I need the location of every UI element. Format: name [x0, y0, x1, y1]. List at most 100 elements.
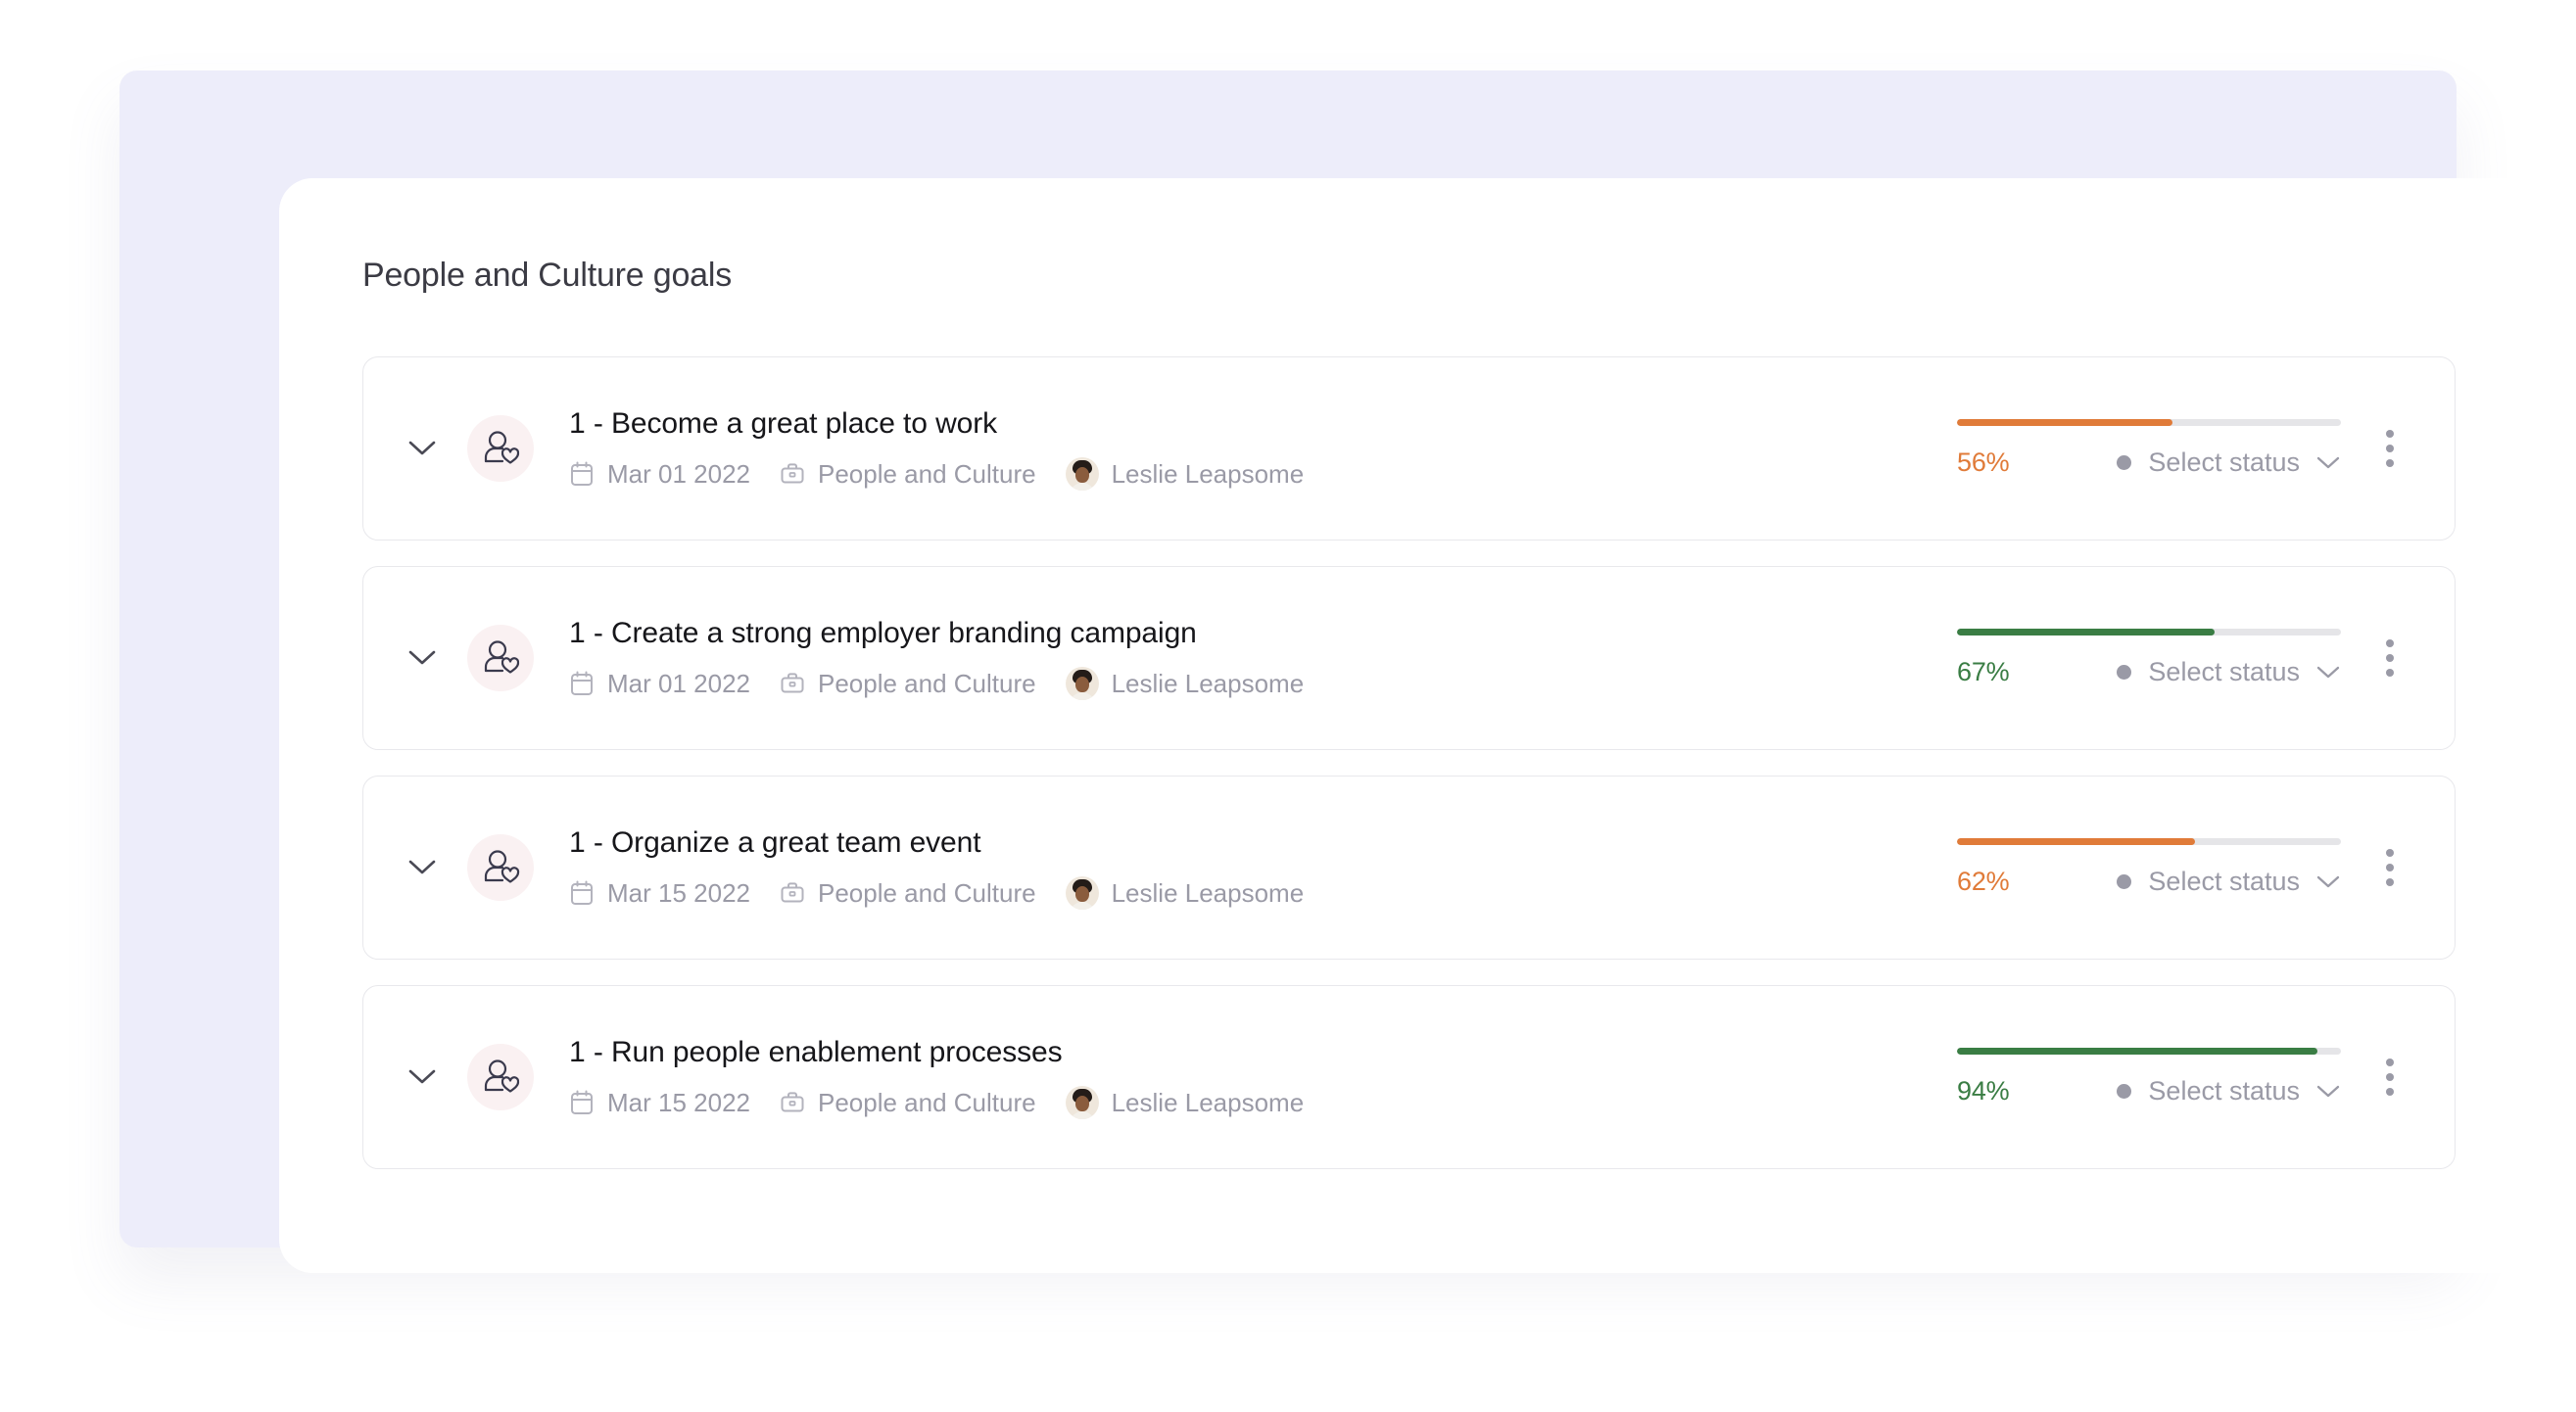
expand-goal-button[interactable]	[377, 859, 467, 876]
kebab-menu-icon	[2386, 878, 2394, 886]
expand-goal-button[interactable]	[377, 1068, 467, 1086]
goal-group: People and Culture	[780, 880, 1036, 906]
user-photo-avatar	[1065, 666, 1099, 700]
goals-card: People and Culture goals 1 - Become a gr…	[279, 178, 2537, 1273]
status-dot-icon	[2117, 1084, 2132, 1099]
status-label: Select status	[2148, 867, 2300, 896]
goal-group-text: People and Culture	[817, 458, 1036, 489]
progress-fill	[1957, 629, 2215, 635]
goal-row[interactable]: 1 - Become a great place to work Mar 01 …	[362, 356, 2456, 541]
chevron-down-icon	[408, 441, 436, 455]
kebab-menu-icon	[2386, 1059, 2394, 1066]
goal-due-date: Mar 15 2022	[569, 879, 750, 907]
progress-fill	[1957, 419, 2172, 426]
goal-group-text: People and Culture	[817, 1087, 1036, 1117]
kebab-menu-icon	[2386, 1073, 2394, 1081]
goal-owner: Leslie Leapsome	[1065, 875, 1304, 910]
goal-list: 1 - Become a great place to work Mar 01 …	[362, 356, 2456, 1195]
kebab-menu-icon	[2386, 639, 2394, 647]
goal-due-date: Mar 15 2022	[569, 1089, 750, 1116]
goal-main: 1 - Organize a great team event Mar 15 2…	[534, 826, 1957, 910]
status-label: Select status	[2148, 447, 2300, 477]
goal-main: 1 - Create a strong employer branding ca…	[534, 617, 1957, 700]
progress-track	[1957, 629, 2341, 635]
goal-due-date: Mar 01 2022	[569, 670, 750, 697]
goal-due-date-text: Mar 01 2022	[607, 668, 750, 698]
goal-main: 1 - Become a great place to work Mar 01 …	[534, 407, 1957, 491]
progress-percent-label: 62%	[1957, 867, 2010, 896]
goal-options-menu-button[interactable]	[2347, 405, 2433, 492]
goal-type-badge	[467, 625, 534, 691]
progress-track	[1957, 838, 2341, 845]
goal-due-date-text: Mar 01 2022	[607, 458, 750, 489]
goal-options-menu-button[interactable]	[2347, 1034, 2433, 1120]
status-select[interactable]: Select status	[2117, 1076, 2341, 1106]
calendar-icon	[569, 879, 595, 907]
chevron-down-icon	[408, 650, 436, 665]
kebab-menu-icon	[2386, 669, 2394, 677]
goal-group: People and Culture	[780, 671, 1036, 696]
goal-title: 1 - Create a strong employer branding ca…	[569, 616, 1197, 649]
goal-type-badge	[467, 415, 534, 482]
kebab-menu-icon	[2386, 1088, 2394, 1096]
chevron-down-icon	[2316, 1085, 2340, 1097]
status-dot-icon	[2117, 455, 2132, 470]
status-label: Select status	[2148, 657, 2300, 686]
goal-row[interactable]: 1 - Run people enablement processes Mar …	[362, 985, 2456, 1169]
calendar-icon	[569, 670, 595, 697]
progress-track	[1957, 419, 2341, 426]
goal-group: People and Culture	[780, 461, 1036, 487]
status-label: Select status	[2148, 1076, 2300, 1106]
goal-main: 1 - Run people enablement processes Mar …	[534, 1036, 1957, 1119]
goal-title: 1 - Become a great place to work	[569, 406, 998, 440]
briefcase-icon	[780, 671, 805, 696]
goal-right-controls: 94% Select status	[1957, 1034, 2455, 1120]
briefcase-icon	[780, 461, 805, 487]
person-heart-icon	[484, 640, 520, 674]
goal-right-controls: 62% Select status	[1957, 824, 2455, 911]
status-select[interactable]: Select status	[2117, 867, 2341, 897]
briefcase-icon	[780, 880, 805, 906]
goal-owner-name: Leslie Leapsome	[1111, 458, 1305, 489]
status-select[interactable]: Select status	[2117, 447, 2341, 478]
progress-fill	[1957, 1048, 2318, 1055]
kebab-menu-icon	[2386, 849, 2394, 857]
goal-title: 1 - Organize a great team event	[569, 825, 981, 859]
goal-progress: 67% Select status	[1957, 629, 2341, 687]
user-photo-avatar	[1065, 875, 1099, 910]
progress-percent-label: 94%	[1957, 1076, 2010, 1106]
goal-group: People and Culture	[780, 1090, 1036, 1115]
expand-goal-button[interactable]	[377, 440, 467, 457]
goal-options-menu-button[interactable]	[2347, 615, 2433, 701]
goal-title: 1 - Run people enablement processes	[569, 1035, 1063, 1068]
goal-options-menu-button[interactable]	[2347, 824, 2433, 911]
kebab-menu-icon	[2386, 445, 2394, 452]
goal-progress: 94% Select status	[1957, 1048, 2341, 1106]
goal-owner: Leslie Leapsome	[1065, 666, 1304, 700]
status-select[interactable]: Select status	[2117, 657, 2341, 687]
goal-metadata: Mar 01 2022 People and Culture Leslie Le…	[569, 666, 1957, 700]
chevron-down-icon	[408, 860, 436, 874]
calendar-icon	[569, 460, 595, 488]
goal-metadata: Mar 15 2022 People and Culture Leslie Le…	[569, 1085, 1957, 1119]
progress-percent-label: 56%	[1957, 447, 2010, 477]
kebab-menu-icon	[2386, 430, 2394, 438]
outer-frame: People and Culture goals 1 - Become a gr…	[119, 71, 2537, 1273]
chevron-down-icon	[2316, 666, 2340, 678]
progress-percent-label: 67%	[1957, 657, 2010, 686]
expand-goal-button[interactable]	[377, 649, 467, 667]
person-heart-icon	[484, 1059, 520, 1093]
progress-row: 67% Select status	[1957, 657, 2341, 687]
progress-fill	[1957, 838, 2196, 845]
kebab-menu-icon	[2386, 654, 2394, 662]
progress-row: 62% Select status	[1957, 867, 2341, 897]
calendar-icon	[569, 1089, 595, 1116]
goal-type-badge	[467, 1044, 534, 1110]
progress-row: 94% Select status	[1957, 1076, 2341, 1106]
goal-row[interactable]: 1 - Create a strong employer branding ca…	[362, 566, 2456, 750]
goal-owner-name: Leslie Leapsome	[1111, 1087, 1305, 1117]
progress-track	[1957, 1048, 2341, 1055]
status-dot-icon	[2117, 874, 2132, 889]
user-photo-avatar	[1065, 1085, 1099, 1119]
goal-row[interactable]: 1 - Organize a great team event Mar 15 2…	[362, 776, 2456, 960]
